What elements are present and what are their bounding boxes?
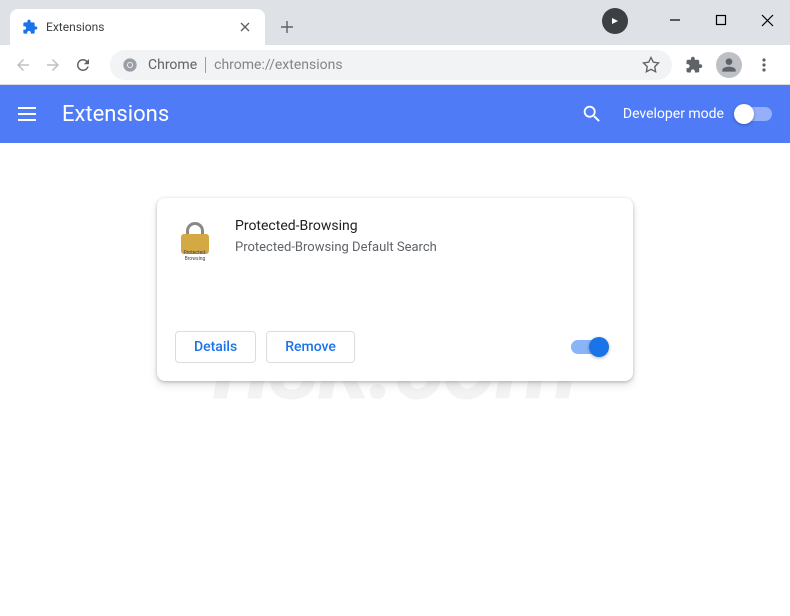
extension-enable-toggle[interactable] — [571, 340, 607, 354]
extensions-icon[interactable] — [680, 51, 708, 79]
window-titlebar: Extensions — [0, 0, 790, 45]
reload-button[interactable] — [68, 50, 98, 80]
puzzle-icon — [22, 19, 38, 35]
developer-mode-label: Developer mode — [623, 106, 724, 122]
extension-icon: Protected-Browsing — [175, 220, 215, 260]
menu-icon[interactable] — [750, 51, 778, 79]
chrome-icon — [122, 57, 138, 73]
extension-name: Protected-Browsing — [235, 218, 615, 234]
omnibox-url: chrome://extensions — [214, 57, 642, 73]
new-tab-button[interactable] — [273, 13, 301, 41]
close-window-button[interactable] — [744, 0, 790, 40]
developer-mode-toggle[interactable] — [736, 107, 772, 121]
browser-toolbar: Chrome chrome://extensions — [0, 45, 790, 85]
extension-description: Protected-Browsing Default Search — [235, 240, 615, 255]
search-icon[interactable] — [581, 103, 603, 125]
page-title: Extensions — [62, 102, 581, 127]
browser-tab[interactable]: Extensions — [10, 9, 265, 45]
hamburger-icon[interactable] — [18, 102, 42, 126]
extension-card: Protected-Browsing Protected-Browsing Pr… — [157, 198, 633, 381]
omnibox-divider — [205, 57, 206, 73]
details-button[interactable]: Details — [175, 331, 256, 363]
tab-title: Extensions — [46, 20, 237, 34]
back-button[interactable] — [8, 50, 38, 80]
address-bar[interactable]: Chrome chrome://extensions — [110, 50, 672, 80]
window-controls — [602, 0, 790, 40]
minimize-button[interactable] — [652, 0, 698, 40]
close-icon[interactable] — [237, 19, 253, 35]
forward-button[interactable] — [38, 50, 68, 80]
extensions-content: Protected-Browsing Protected-Browsing Pr… — [0, 143, 790, 436]
remove-button[interactable]: Remove — [266, 331, 355, 363]
maximize-button[interactable] — [698, 0, 744, 40]
bookmark-star-icon[interactable] — [642, 56, 660, 74]
media-control-icon[interactable] — [602, 8, 628, 34]
extensions-header: Extensions Developer mode — [0, 85, 790, 143]
omnibox-label: Chrome — [148, 57, 197, 73]
profile-avatar[interactable] — [716, 52, 742, 78]
